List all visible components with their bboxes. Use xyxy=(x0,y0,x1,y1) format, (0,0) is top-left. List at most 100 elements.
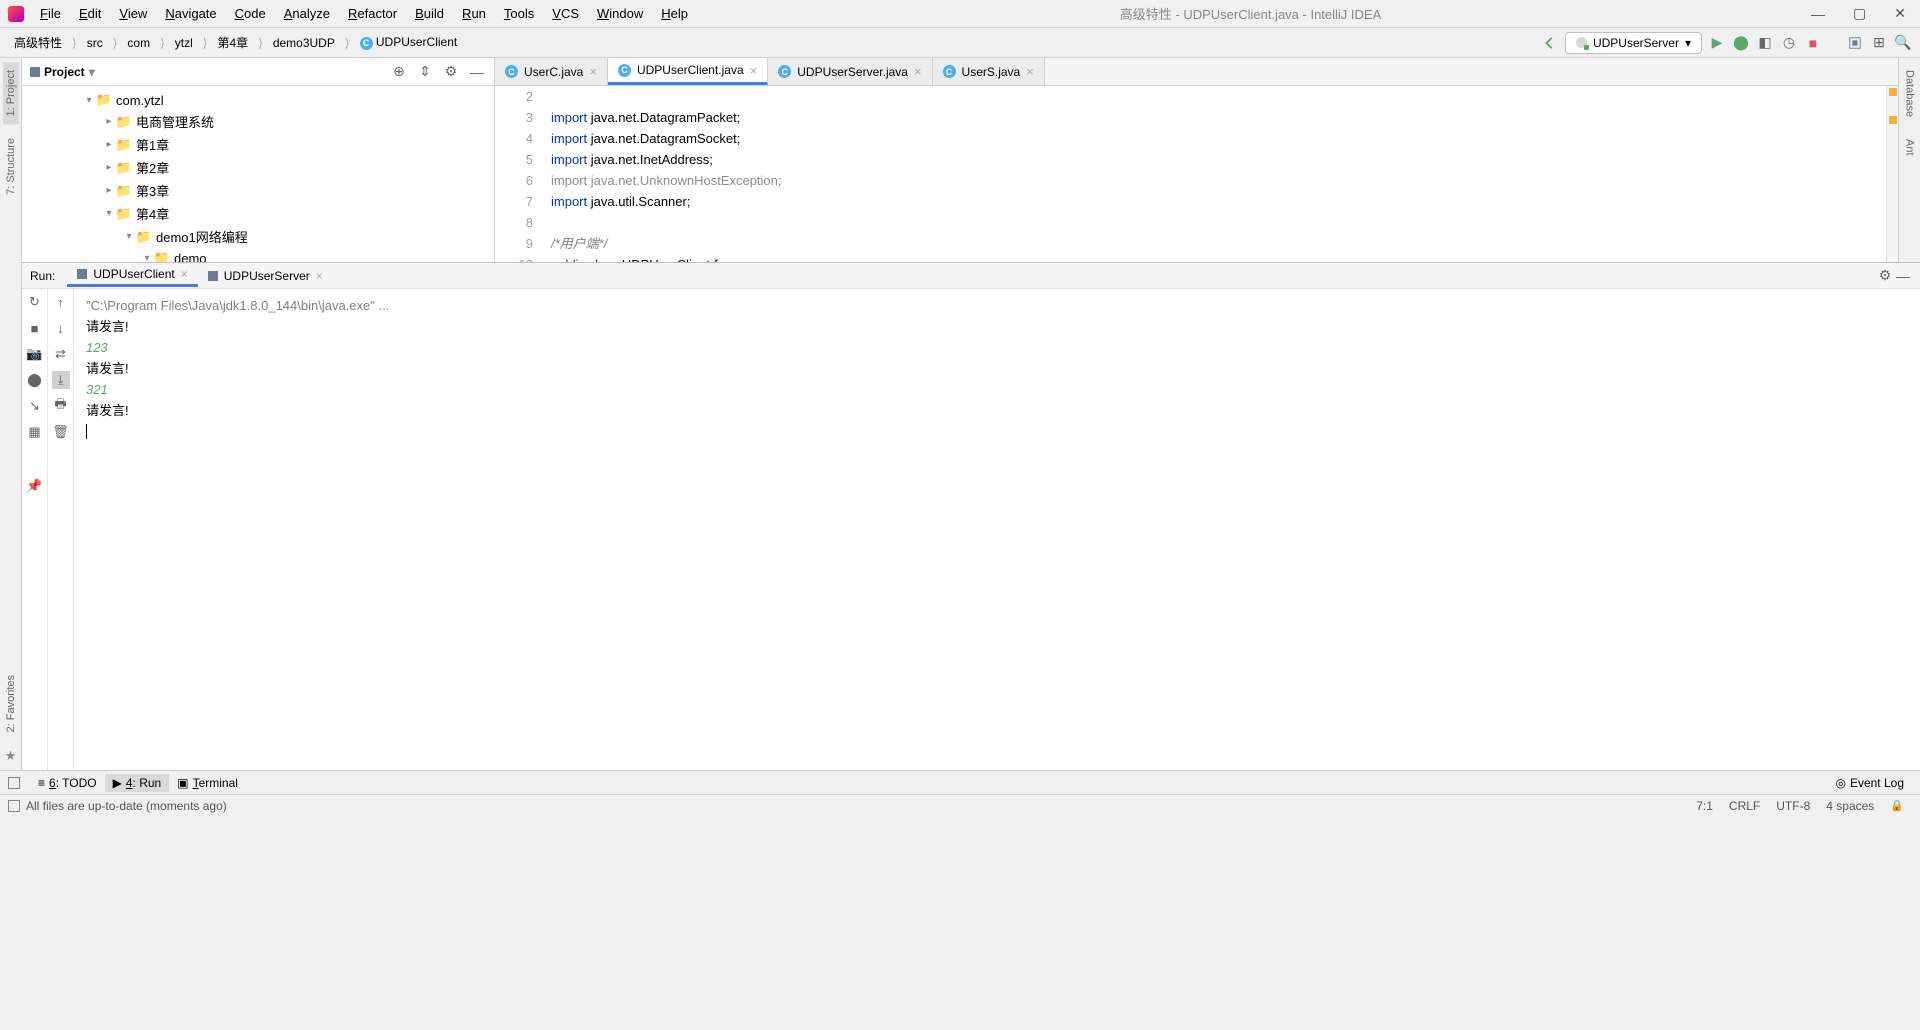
close-icon[interactable]: × xyxy=(316,269,323,283)
editor-tab[interactable]: CUserC.java× xyxy=(495,58,608,85)
breadcrumb-item[interactable]: demo3UDP xyxy=(267,34,341,52)
print-button[interactable]: 🖶 xyxy=(52,397,70,415)
breadcrumb-item[interactable]: 高级特性 xyxy=(8,32,68,53)
menu-run[interactable]: Run xyxy=(454,4,494,23)
debug-button[interactable]: ⬤ xyxy=(1732,34,1750,52)
menu-file[interactable]: File xyxy=(32,4,69,23)
breadcrumb-item[interactable]: ytzl xyxy=(169,34,199,52)
exit-button[interactable]: ↘ xyxy=(26,397,44,415)
code-lines[interactable]: import java.net.DatagramPacket;import ja… xyxy=(543,86,1898,262)
tree-arrow[interactable]: ▸ xyxy=(102,162,116,173)
menu-build[interactable]: Build xyxy=(407,4,452,23)
clear-button[interactable]: 🗑 xyxy=(52,423,70,441)
menu-edit[interactable]: Edit xyxy=(71,4,109,23)
layout-icon[interactable]: ⊞ xyxy=(1870,34,1888,52)
run-tab[interactable]: UDPUserClient× xyxy=(67,264,197,287)
menu-help[interactable]: Help xyxy=(653,4,696,23)
menu-navigate[interactable]: Navigate xyxy=(157,4,224,23)
close-icon[interactable]: × xyxy=(750,63,758,78)
status-item[interactable]: 7:1 xyxy=(1688,799,1721,813)
warning-marker[interactable] xyxy=(1889,116,1897,124)
profile-button[interactable]: ◷ xyxy=(1780,34,1798,52)
left-tab-structure[interactable]: 7: Structure xyxy=(3,130,19,203)
right-tab-ant[interactable]: Ant xyxy=(1902,131,1918,164)
bottom-tab-todo[interactable]: ≡6: TODO xyxy=(30,774,105,792)
hide-icon[interactable]: — xyxy=(468,63,486,81)
hide-icon[interactable]: — xyxy=(1894,267,1912,285)
tree-arrow[interactable]: ▸ xyxy=(102,185,116,196)
attach-debugger-button[interactable]: ⬤ xyxy=(26,371,44,389)
tree-item[interactable]: ▾📁demo xyxy=(22,248,494,262)
right-tab-database[interactable]: Database xyxy=(1902,62,1918,125)
status-icon[interactable] xyxy=(8,800,20,812)
soft-wrap-button[interactable]: ⇄ xyxy=(52,345,70,363)
up-button[interactable]: ↑ xyxy=(52,293,70,311)
run-tab[interactable]: UDPUserServer× xyxy=(198,264,333,287)
stop-button[interactable]: ■ xyxy=(1804,34,1822,52)
editor-tab[interactable]: CUDPUserServer.java× xyxy=(768,58,932,85)
console-output[interactable]: "C:\Program Files\Java\jdk1.8.0_144\bin\… xyxy=(74,289,1920,770)
menu-refactor[interactable]: Refactor xyxy=(340,4,405,23)
warning-marker[interactable] xyxy=(1889,88,1897,96)
maximize-button[interactable]: ▢ xyxy=(1847,5,1872,22)
status-item[interactable]: CRLF xyxy=(1721,799,1768,813)
structure-icon[interactable] xyxy=(1846,34,1864,52)
close-icon[interactable]: × xyxy=(589,64,597,79)
panel-toggle-icon[interactable] xyxy=(8,777,20,789)
menu-vcs[interactable]: VCS xyxy=(544,4,587,23)
scroll-end-button[interactable]: ⤓ xyxy=(52,371,70,389)
close-icon[interactable]: × xyxy=(181,267,188,281)
menu-tools[interactable]: Tools xyxy=(496,4,542,23)
tree-item[interactable]: ▸📁第1章 xyxy=(22,133,494,156)
close-icon[interactable]: × xyxy=(1026,64,1034,79)
minimize-button[interactable]: — xyxy=(1805,6,1831,22)
editor-tab[interactable]: CUDPUserClient.java× xyxy=(608,58,768,85)
menu-code[interactable]: Code xyxy=(227,4,274,23)
bottom-tab-run[interactable]: ▶4: Run xyxy=(105,774,170,792)
breadcrumb-item[interactable]: C UDPUserClient xyxy=(354,33,464,52)
dump-button[interactable]: 📷 xyxy=(26,345,44,363)
pin-button[interactable]: 📌 xyxy=(26,477,44,495)
stop-button[interactable]: ■ xyxy=(26,319,44,337)
tree-arrow[interactable]: ▸ xyxy=(102,139,116,150)
tree-item[interactable]: ▸📁第2章 xyxy=(22,156,494,179)
tree-arrow[interactable]: ▾ xyxy=(102,208,116,219)
rerun-button[interactable]: ↻ xyxy=(26,293,44,311)
status-item[interactable]: UTF-8 xyxy=(1768,799,1818,813)
favorites-tab[interactable]: 2: Favorites xyxy=(3,667,19,740)
close-button[interactable]: ✕ xyxy=(1888,5,1912,22)
close-icon[interactable]: × xyxy=(914,64,922,79)
lock-icon[interactable]: 🔒 xyxy=(1882,799,1912,812)
gear-icon[interactable]: ⚙ xyxy=(1876,267,1894,285)
tree-arrow[interactable]: ▸ xyxy=(102,116,116,127)
status-item[interactable]: 4 spaces xyxy=(1818,799,1882,813)
search-button[interactable]: 🔍 xyxy=(1894,34,1912,52)
breadcrumb-item[interactable]: src xyxy=(81,34,109,52)
tree-arrow[interactable]: ▾ xyxy=(122,231,136,242)
build-icon[interactable] xyxy=(1541,34,1559,52)
run-config-selector[interactable]: UDPUserServer ▾ xyxy=(1565,32,1702,54)
left-tab-project[interactable]: 1: Project xyxy=(3,62,19,124)
bottom-tab-terminal[interactable]: ▣Terminal xyxy=(169,774,246,792)
editor-tab[interactable]: CUserS.java× xyxy=(933,58,1045,85)
code-area[interactable]: 2345678910 import java.net.DatagramPacke… xyxy=(495,86,1898,262)
tree-item[interactable]: ▾📁第4章 xyxy=(22,202,494,225)
down-button[interactable]: ↓ xyxy=(52,319,70,337)
coverage-button[interactable]: ◧ xyxy=(1756,34,1774,52)
tree-item[interactable]: ▾📁com.ytzl xyxy=(22,90,494,110)
tree-item[interactable]: ▸📁电商管理系统 xyxy=(22,110,494,133)
breadcrumb-item[interactable]: com xyxy=(121,34,156,52)
error-stripe[interactable] xyxy=(1886,86,1898,262)
tree-arrow[interactable]: ▾ xyxy=(82,95,96,106)
gear-icon[interactable]: ⚙ xyxy=(442,63,460,81)
menu-analyze[interactable]: Analyze xyxy=(276,4,338,23)
project-tree[interactable]: ▾📁com.ytzl▸📁电商管理系统▸📁第1章▸📁第2章▸📁第3章▾📁第4章▾📁… xyxy=(22,86,494,262)
layout-button[interactable]: ▦ xyxy=(26,423,44,441)
tree-arrow[interactable]: ▾ xyxy=(140,253,154,263)
project-title[interactable]: Project ▾ xyxy=(30,65,390,79)
menu-window[interactable]: Window xyxy=(589,4,651,23)
event-log-tab[interactable]: ◎ Event Log xyxy=(1827,774,1912,792)
menu-view[interactable]: View xyxy=(111,4,155,23)
collapse-icon[interactable]: ⇕ xyxy=(416,63,434,81)
breadcrumb-item[interactable]: 第4章 xyxy=(211,32,254,53)
